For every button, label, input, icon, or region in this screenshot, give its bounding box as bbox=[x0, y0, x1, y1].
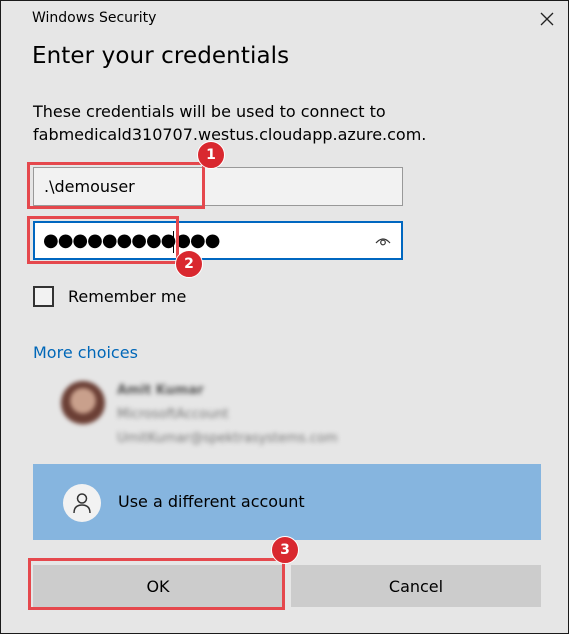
step-badge-3: 3 bbox=[271, 536, 299, 564]
more-choices-link[interactable]: More choices bbox=[33, 343, 138, 362]
password-field[interactable]: ●●●●●●●●●●●● bbox=[33, 221, 403, 260]
account-name: Amit Kumar bbox=[117, 383, 204, 398]
user-avatar bbox=[61, 381, 105, 425]
use-different-account-option[interactable]: Use a different account bbox=[33, 464, 541, 540]
description-line-1: These credentials will be used to connec… bbox=[33, 102, 386, 121]
step-badge-2: 2 bbox=[175, 250, 203, 278]
text-caret bbox=[173, 231, 174, 253]
dialog-heading: Enter your credentials bbox=[32, 43, 290, 69]
password-value: ●●●●●●●●●●●● bbox=[43, 230, 220, 251]
remember-me-label: Remember me bbox=[68, 286, 187, 306]
remember-me-checkbox[interactable] bbox=[33, 285, 54, 307]
window-title: Windows Security bbox=[32, 10, 157, 26]
close-icon bbox=[540, 12, 554, 26]
remember-me-option[interactable]: Remember me bbox=[33, 283, 186, 309]
use-different-account-label: Use a different account bbox=[118, 492, 305, 511]
description-line-2: fabmedicald310707.westus.cloudapp.azure.… bbox=[33, 125, 427, 144]
close-button[interactable] bbox=[536, 8, 558, 30]
dialog-description: These credentials will be used to connec… bbox=[33, 100, 543, 146]
cancel-button[interactable]: Cancel bbox=[291, 565, 541, 607]
ok-button[interactable]: OK bbox=[33, 565, 283, 607]
person-icon bbox=[63, 484, 101, 522]
account-email: UmitKumar@spektrasystems.com bbox=[117, 431, 338, 446]
username-field[interactable]: .\demouser bbox=[33, 167, 403, 206]
saved-account-option[interactable]: Amit Kumar MicrosoftAccount UmitKumar@sp… bbox=[61, 377, 421, 447]
eye-icon bbox=[375, 238, 391, 246]
reveal-password-button[interactable] bbox=[375, 233, 391, 252]
step-badge-1: 1 bbox=[197, 141, 225, 169]
username-value: .\demouser bbox=[44, 177, 135, 196]
title-bar: Windows Security bbox=[1, 1, 568, 37]
account-type: MicrosoftAccount bbox=[117, 407, 229, 422]
